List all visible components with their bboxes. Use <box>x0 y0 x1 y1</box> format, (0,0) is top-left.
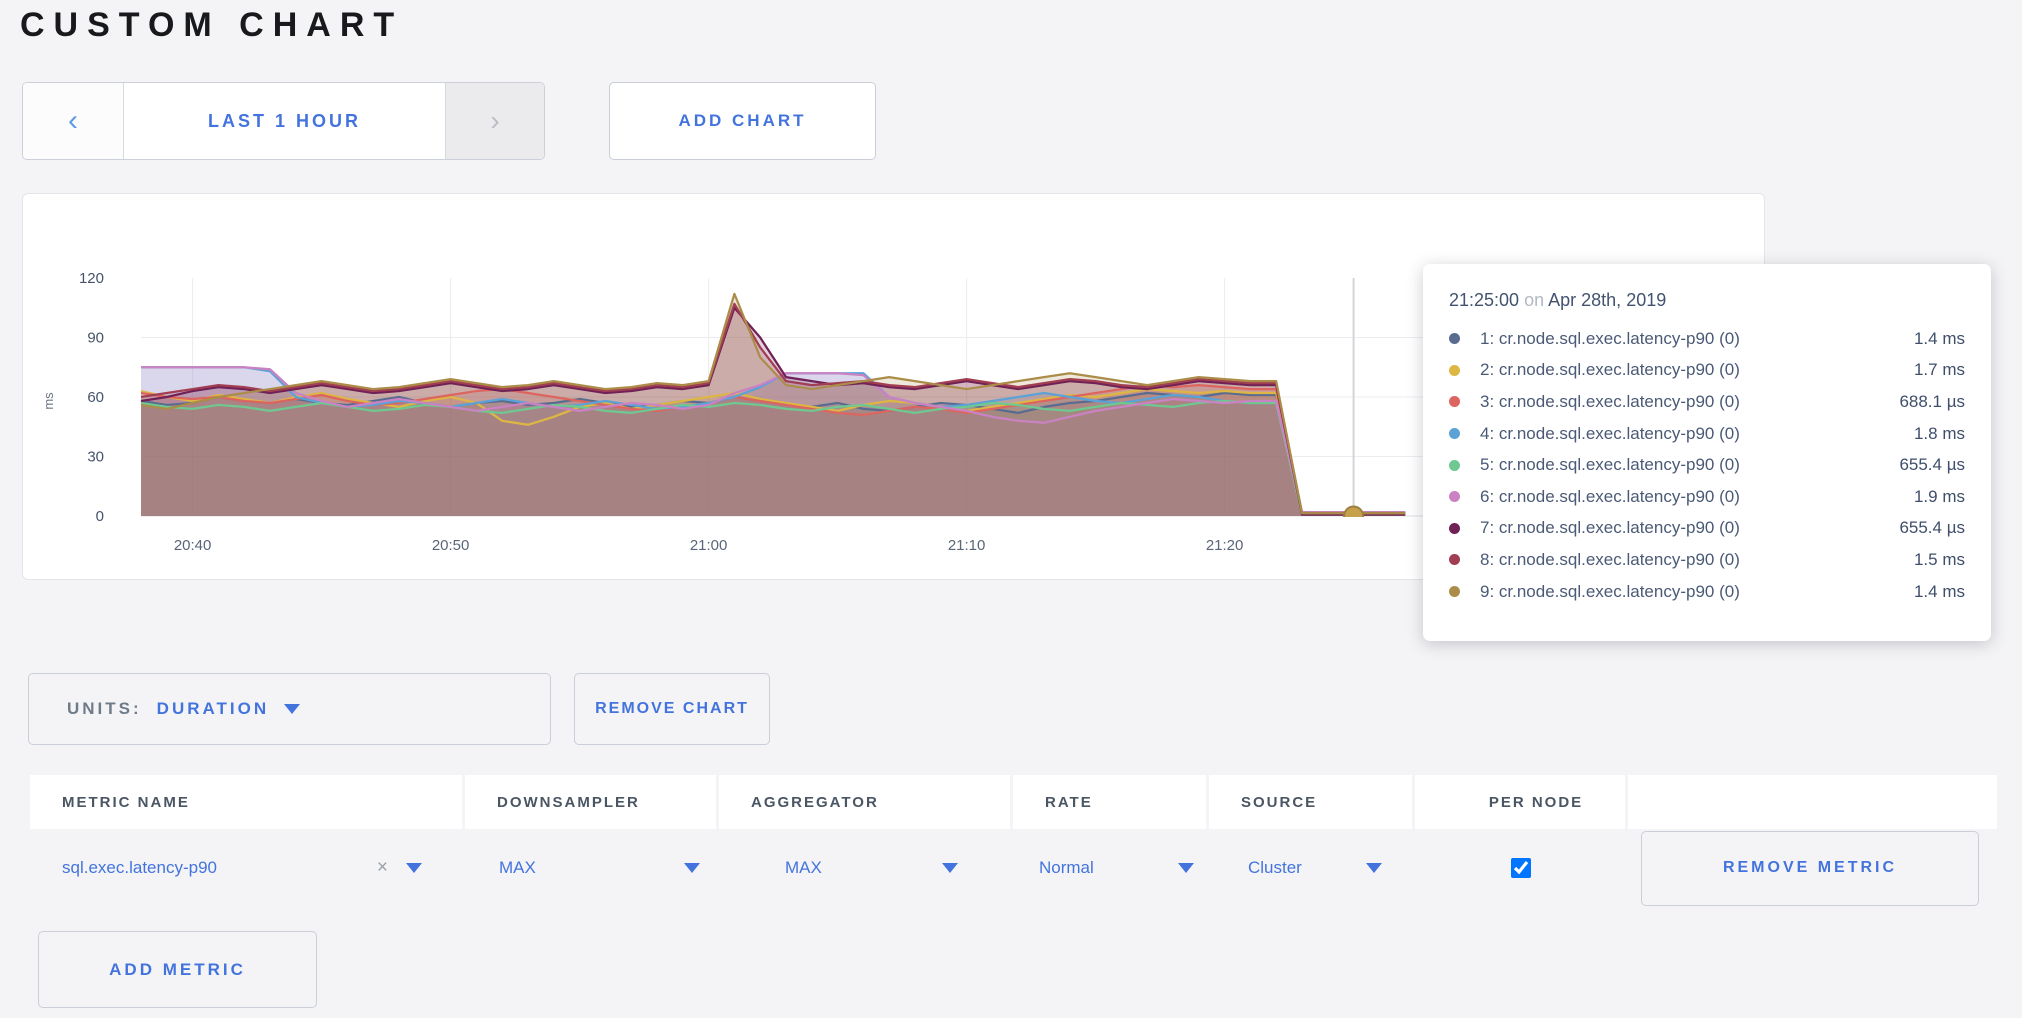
tooltip-row: 5: cr.node.sql.exec.latency-p90 (0)655.4… <box>1449 449 1965 481</box>
tooltip-series-value: 655.4 µs <box>1899 518 1965 538</box>
downsampler-value: MAX <box>499 858 536 878</box>
add-metric-button[interactable]: ADD METRIC <box>38 931 317 1008</box>
tooltip-series-label: 8: cr.node.sql.exec.latency-p90 (0) <box>1480 550 1914 570</box>
tooltip-row: 6: cr.node.sql.exec.latency-p90 (0)1.9 m… <box>1449 481 1965 513</box>
hover-point <box>1344 507 1363 526</box>
x-tick-label: 20:40 <box>174 537 212 554</box>
tooltip-series-value: 1.4 ms <box>1914 582 1965 602</box>
chevron-down-icon <box>284 704 300 714</box>
tooltip-series-value: 1.9 ms <box>1914 487 1965 507</box>
metric-name-select[interactable]: sql.exec.latency-p90 × <box>30 829 462 907</box>
header-downsampler: DOWNSAMPLER <box>465 775 716 829</box>
units-label: UNITS: <box>67 699 142 719</box>
x-tick-label: 21:00 <box>690 537 728 554</box>
remove-metric-button[interactable]: REMOVE METRIC <box>1641 831 1979 906</box>
chevron-down-icon <box>1178 863 1194 873</box>
actions-cell: REMOVE METRIC <box>1628 829 1997 907</box>
source-select[interactable]: Cluster <box>1209 829 1412 907</box>
prev-time-range-button[interactable]: ‹ <box>23 83 123 159</box>
tooltip-series-value: 1.4 ms <box>1914 329 1965 349</box>
add-chart-button[interactable]: ADD CHART <box>609 82 876 160</box>
x-tick-label: 20:50 <box>432 537 470 554</box>
series-color-dot <box>1449 554 1460 565</box>
tooltip-on-word: on <box>1524 290 1544 310</box>
remove-chart-button[interactable]: REMOVE CHART <box>574 673 770 745</box>
metric-table-row: sql.exec.latency-p90 × MAX MAX Normal Cl… <box>30 829 1997 907</box>
tooltip-row: 2: cr.node.sql.exec.latency-p90 (0)1.7 m… <box>1449 355 1965 387</box>
y-axis-label: ms <box>41 392 56 410</box>
y-tick-label: 90 <box>87 330 104 347</box>
page-title: CUSTOM CHART <box>20 6 403 45</box>
tooltip-series-label: 7: cr.node.sql.exec.latency-p90 (0) <box>1480 518 1899 538</box>
aggregator-value: MAX <box>785 858 822 878</box>
y-tick-label: 60 <box>87 389 104 406</box>
header-aggregator: AGGREGATOR <box>719 775 1010 829</box>
time-range-control: ‹ LAST 1 HOUR › <box>22 82 545 160</box>
tooltip-series-label: 3: cr.node.sql.exec.latency-p90 (0) <box>1480 392 1899 412</box>
metric-name-value: sql.exec.latency-p90 <box>62 858 217 878</box>
y-tick-label: 30 <box>87 449 104 466</box>
series-color-dot <box>1449 396 1460 407</box>
source-value: Cluster <box>1248 858 1302 878</box>
per-node-checkbox[interactable] <box>1511 858 1531 878</box>
next-time-range-button[interactable]: › <box>446 83 544 159</box>
x-tick-label: 21:10 <box>948 537 986 554</box>
per-node-cell <box>1415 829 1625 907</box>
chevron-down-icon <box>684 863 700 873</box>
y-tick-label: 120 <box>79 270 104 287</box>
tooltip-series-label: 9: cr.node.sql.exec.latency-p90 (0) <box>1480 582 1914 602</box>
series-color-dot <box>1449 491 1460 502</box>
y-tick-label: 0 <box>96 508 104 525</box>
chevron-down-icon <box>406 863 422 873</box>
tooltip-series-label: 6: cr.node.sql.exec.latency-p90 (0) <box>1480 487 1914 507</box>
chevron-down-icon <box>942 863 958 873</box>
rate-select[interactable]: Normal <box>1013 829 1206 907</box>
tooltip-series-value: 688.1 µs <box>1899 392 1965 412</box>
tooltip-row: 9: cr.node.sql.exec.latency-p90 (0)1.4 m… <box>1449 576 1965 608</box>
tooltip-row: 4: cr.node.sql.exec.latency-p90 (0)1.8 m… <box>1449 418 1965 450</box>
tooltip-series-value: 1.7 ms <box>1914 360 1965 380</box>
header-source: SOURCE <box>1209 775 1412 829</box>
units-value: DURATION <box>157 699 269 719</box>
header-actions <box>1628 775 1997 829</box>
series-color-dot <box>1449 333 1460 344</box>
units-dropdown[interactable]: UNITS: DURATION <box>28 673 551 745</box>
tooltip-series-value: 1.5 ms <box>1914 550 1965 570</box>
chart-card: 0 30 60 90 120 20:40 20:50 21:00 21:10 21:20 ms 21… <box>22 193 1765 580</box>
tooltip-series-label: 5: cr.node.sql.exec.latency-p90 (0) <box>1480 455 1899 475</box>
tooltip-time: 21:25:00 <box>1449 290 1519 310</box>
tooltip-series-label: 4: cr.node.sql.exec.latency-p90 (0) <box>1480 424 1914 444</box>
tooltip-date: Apr 28th, 2019 <box>1548 290 1666 310</box>
header-per-node: PER NODE <box>1415 775 1625 829</box>
x-tick-label: 21:20 <box>1206 537 1244 554</box>
header-rate: RATE <box>1013 775 1206 829</box>
tooltip-header: 21:25:00 on Apr 28th, 2019 <box>1449 290 1965 311</box>
tooltip-row: 3: cr.node.sql.exec.latency-p90 (0)688.1… <box>1449 386 1965 418</box>
tooltip-series-list: 1: cr.node.sql.exec.latency-p90 (0)1.4 m… <box>1449 323 1965 607</box>
tooltip-series-value: 1.8 ms <box>1914 424 1965 444</box>
series-color-dot <box>1449 523 1460 534</box>
series-color-dot <box>1449 365 1460 376</box>
downsampler-select[interactable]: MAX <box>465 829 716 907</box>
rate-value: Normal <box>1039 858 1094 878</box>
chevron-down-icon <box>1366 863 1382 873</box>
aggregator-select[interactable]: MAX <box>719 829 1010 907</box>
header-metric-name: METRIC NAME <box>30 775 462 829</box>
series-color-dot <box>1449 586 1460 597</box>
chart-tooltip: 21:25:00 on Apr 28th, 2019 1: cr.node.sq… <box>1423 264 1991 641</box>
tooltip-row: 7: cr.node.sql.exec.latency-p90 (0)655.4… <box>1449 513 1965 545</box>
series-color-dot <box>1449 428 1460 439</box>
tooltip-series-label: 2: cr.node.sql.exec.latency-p90 (0) <box>1480 360 1914 380</box>
series-color-dot <box>1449 460 1460 471</box>
tooltip-series-value: 655.4 µs <box>1899 455 1965 475</box>
tooltip-row: 8: cr.node.sql.exec.latency-p90 (0)1.5 m… <box>1449 544 1965 576</box>
time-range-button[interactable]: LAST 1 HOUR <box>123 83 446 159</box>
metric-table-header: METRIC NAME DOWNSAMPLER AGGREGATOR RATE … <box>30 775 1997 829</box>
clear-metric-icon[interactable]: × <box>377 857 388 879</box>
tooltip-series-label: 1: cr.node.sql.exec.latency-p90 (0) <box>1480 329 1914 349</box>
tooltip-row: 1: cr.node.sql.exec.latency-p90 (0)1.4 m… <box>1449 323 1965 355</box>
